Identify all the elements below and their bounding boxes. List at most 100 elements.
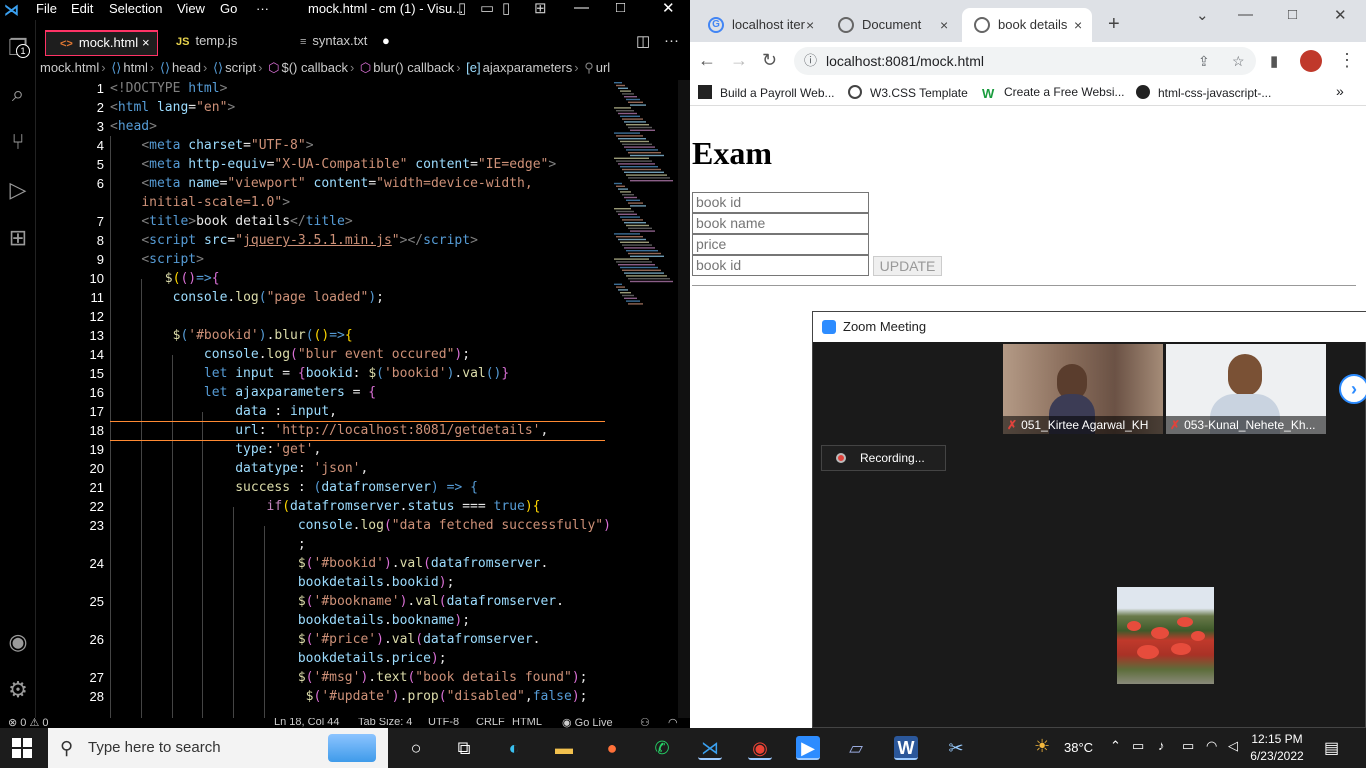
notepad-icon[interactable]: ▱ — [844, 736, 868, 760]
tab-close-icon[interactable]: × — [142, 32, 150, 54]
breadcrumb-item[interactable]: script — [225, 60, 256, 75]
bookmark-item[interactable]: html-css-javascript-... — [1136, 85, 1271, 100]
maximize-icon[interactable]: □ — [616, 0, 625, 16]
browser-tab-active[interactable]: book details × — [962, 8, 1092, 42]
go-live-button[interactable]: ◉ Go Live — [562, 718, 613, 728]
notifications-icon[interactable]: ◠ — [668, 718, 678, 728]
extensions-icon[interactable]: ⊞ — [4, 224, 32, 252]
toggle-sidebar-icon[interactable]: ▯ — [458, 0, 466, 17]
zoom-taskbar-icon[interactable]: ▶ — [796, 736, 820, 760]
side-panel-icon[interactable]: ▮ — [1270, 52, 1278, 70]
taskbar-search[interactable]: ⚲ Type here to search — [48, 728, 388, 768]
customize-layout-icon[interactable]: ⊞ — [534, 0, 547, 17]
search-highlight-icon[interactable] — [328, 734, 376, 762]
menu-go[interactable]: Go — [220, 1, 237, 16]
encoding[interactable]: UTF-8 — [428, 718, 459, 728]
split-editor-icon[interactable]: ◫ — [636, 32, 650, 50]
file-explorer-icon[interactable]: ▬ — [552, 736, 576, 760]
tab-close-icon[interactable]: × — [1074, 8, 1082, 42]
share-icon[interactable]: ⇪ — [1198, 47, 1210, 75]
cursor-position[interactable]: Ln 18, Col 44 — [274, 718, 339, 728]
new-tab-button[interactable]: + — [1108, 13, 1120, 36]
close-icon[interactable]: ✕ — [662, 0, 675, 17]
start-button[interactable] — [12, 738, 32, 758]
browser-tab[interactable]: Document × — [826, 8, 960, 42]
word-icon[interactable]: W — [894, 736, 918, 760]
unsaved-dot-icon[interactable]: ● — [382, 30, 390, 52]
browser-tab[interactable]: G localhost iter × — [696, 8, 822, 42]
breadcrumb-item[interactable]: mock.html — [40, 60, 99, 75]
tab-syntax-txt[interactable]: ≡ syntax.txt ● — [286, 30, 406, 56]
menu-view[interactable]: View — [177, 1, 205, 16]
price-input[interactable]: price — [692, 234, 869, 255]
self-video-thumbnail[interactable] — [1117, 587, 1214, 684]
breadcrumb-item[interactable]: head — [172, 60, 201, 75]
problems-status[interactable]: ⊗ 0 ⚠ 0 — [8, 718, 48, 728]
source-control-icon[interactable]: ⑂ — [4, 128, 32, 156]
minimap[interactable] — [612, 80, 678, 320]
toggle-panel-icon[interactable]: ▭ — [480, 0, 494, 17]
minimize-icon[interactable]: — — [574, 0, 589, 16]
tab-search-icon[interactable]: ⌄ — [1196, 6, 1209, 24]
bookmark-star-icon[interactable]: ☆ — [1232, 47, 1245, 75]
edge-icon[interactable]: ◐ — [502, 736, 526, 760]
firefox-icon[interactable]: ● — [600, 736, 624, 760]
more-actions-icon[interactable]: ··· — [664, 32, 679, 49]
show-hidden-icons[interactable]: ⌃ — [1110, 738, 1121, 754]
bookmark-item[interactable]: W Create a Free Websi... — [982, 85, 1125, 101]
toggle-secondary-sidebar-icon[interactable]: ▯ — [502, 0, 510, 17]
eol[interactable]: CRLF — [476, 718, 505, 728]
tab-temp-js[interactable]: JS temp.js — [162, 30, 282, 56]
meet-now-icon[interactable]: ▭ — [1132, 738, 1144, 754]
profile-avatar[interactable] — [1300, 50, 1322, 72]
update-button[interactable]: UPDATE — [873, 256, 942, 276]
maximize-icon[interactable]: □ — [1288, 6, 1297, 23]
volume-icon[interactable]: ◁ — [1228, 738, 1238, 754]
code-editor[interactable]: 1 2 3 4 5 6 7 8 9 10 11 12 13 14 15 16 17 18 19 20 21 22 23 24 2… — [40, 80, 615, 718]
book-name-input[interactable]: book name — [692, 213, 869, 234]
breadcrumb-item[interactable]: blur() callback — [373, 60, 454, 75]
site-info-icon[interactable]: ⓘ — [804, 47, 817, 75]
settings-gear-icon[interactable]: ⚙ — [4, 676, 32, 704]
participant-video[interactable]: ✗ 051_Kirtee Agarwal_KH — [1003, 344, 1163, 434]
vscode-taskbar-icon[interactable]: ⋊ — [698, 736, 722, 760]
weather-temp[interactable]: 38°C — [1064, 740, 1093, 755]
tab-close-icon[interactable]: × — [940, 8, 948, 42]
minimize-icon[interactable]: — — [1238, 6, 1253, 23]
reload-icon[interactable]: ↻ — [762, 50, 777, 71]
menu-more[interactable]: ··· — [256, 1, 269, 16]
menu-file[interactable]: File — [36, 1, 57, 16]
menu-edit[interactable]: Edit — [71, 1, 93, 16]
battery-icon[interactable]: ▭ — [1182, 738, 1194, 754]
bookmark-item[interactable]: W3.CSS Template — [848, 85, 968, 100]
more-bookmarks-icon[interactable]: » — [1336, 83, 1344, 99]
menu-selection[interactable]: Selection — [109, 1, 162, 16]
language-mode[interactable]: HTML — [512, 718, 542, 728]
breadcrumb-item[interactable]: html — [123, 60, 148, 75]
weather-icon[interactable]: ☀ — [1034, 736, 1050, 757]
chrome-menu-icon[interactable]: ⋮ — [1338, 50, 1356, 71]
chrome-taskbar-icon[interactable]: ◉ — [748, 736, 772, 760]
run-debug-icon[interactable]: ▷ — [4, 176, 32, 204]
tab-mock-html[interactable]: <> mock.html × — [45, 30, 158, 56]
tab-size[interactable]: Tab Size: 4 — [358, 718, 412, 728]
back-icon[interactable]: ← — [698, 50, 716, 71]
book-id-input[interactable]: book id — [692, 192, 869, 213]
task-view-icon[interactable]: ⧉ — [452, 736, 476, 760]
bookmark-item[interactable]: Build a Payroll Web... — [698, 85, 835, 100]
address-bar[interactable]: ⓘ localhost:8081/mock.html ⇪ ☆ — [794, 47, 1256, 75]
close-icon[interactable]: ✕ — [1334, 6, 1347, 24]
forward-icon[interactable]: → — [730, 50, 748, 71]
accounts-icon[interactable]: ◉ — [4, 628, 32, 656]
snipping-tool-icon[interactable]: ✂ — [944, 736, 968, 760]
breadcrumb-item[interactable]: $() callback — [281, 60, 347, 75]
microphone-icon[interactable]: ♪ — [1158, 738, 1165, 753]
breadcrumb-item[interactable]: url — [596, 60, 610, 75]
search-icon[interactable]: ⌕ — [4, 80, 32, 108]
whatsapp-icon[interactable]: ✆ — [650, 736, 674, 760]
cortana-icon[interactable]: ○ — [404, 736, 428, 760]
notifications-icon[interactable]: ▤ — [1324, 738, 1339, 758]
recording-indicator[interactable]: Recording... — [821, 445, 946, 471]
account-icon[interactable]: ⚇ — [640, 718, 650, 728]
update-book-id-input[interactable]: book id — [692, 255, 869, 276]
